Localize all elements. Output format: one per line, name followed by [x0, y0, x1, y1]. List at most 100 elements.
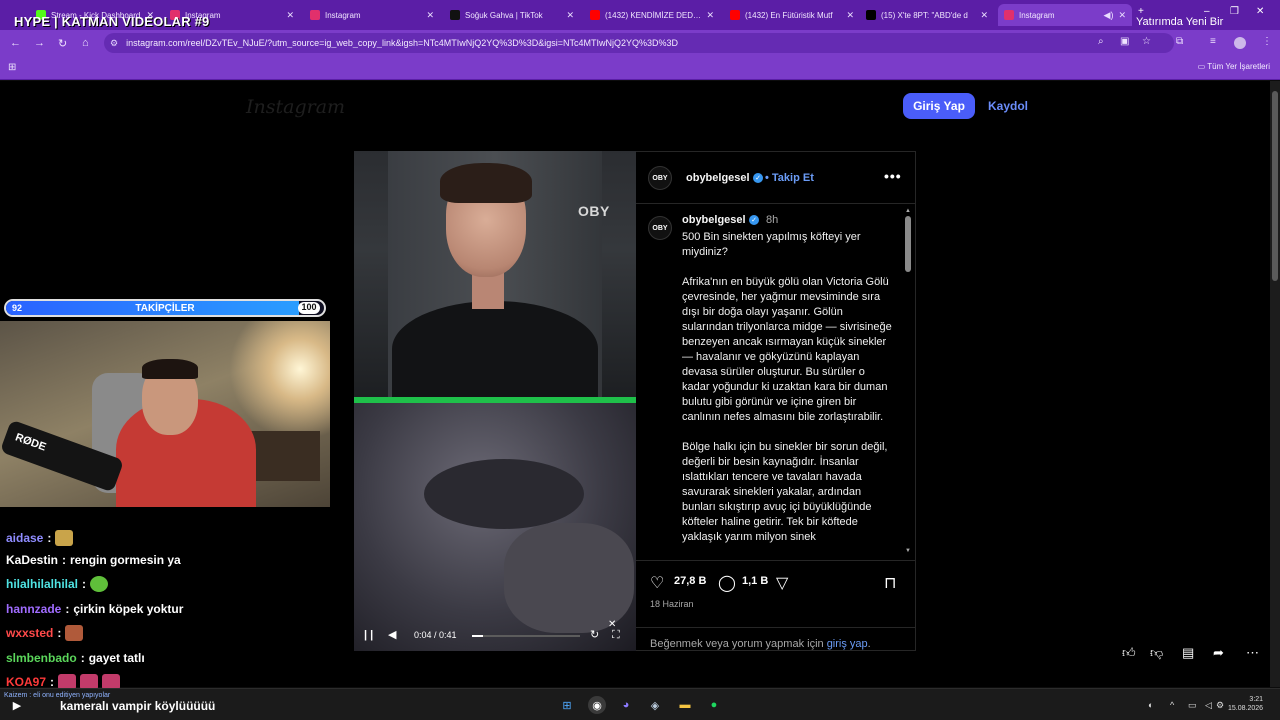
more-options-icon[interactable]: •••	[884, 168, 902, 184]
all-bookmarks[interactable]: ▭ Tüm Yer İşaretleri	[1198, 62, 1270, 71]
caption-scroll-thumb[interactable]	[905, 216, 911, 272]
video-frame-closeup	[354, 403, 636, 651]
chrome-icon[interactable]: ◉	[588, 696, 606, 714]
thumbs-up-icon[interactable]: 👍︎	[1122, 645, 1136, 661]
address-bar[interactable]: ⚙ instagram.com/reel/DZvTEv_NJuE/?utm_so…	[104, 33, 1174, 53]
speaker-icon[interactable]: ◀)	[1104, 10, 1114, 21]
emote-icon	[90, 576, 109, 592]
comment-bubble-icon[interactable]: ▤	[1182, 645, 1194, 661]
steam-icon[interactable]: ◈	[646, 696, 664, 714]
install-icon[interactable]: ▣	[1120, 36, 1129, 47]
x-icon	[866, 10, 876, 20]
chat-user: KOA97	[6, 675, 47, 689]
login-button[interactable]: Giriş Yap	[903, 93, 975, 119]
spotify-icon[interactable]: ●	[705, 696, 723, 714]
replay-icon[interactable]: ↻	[590, 628, 599, 641]
verified-icon: ✓	[753, 173, 763, 183]
back-icon[interactable]: ←	[10, 37, 21, 49]
follower-goal-target: 100	[298, 302, 320, 314]
page-scroll-thumb[interactable]	[1272, 91, 1278, 281]
instagram-icon	[1004, 10, 1014, 20]
caption-username[interactable]: obybelgesel	[682, 214, 746, 226]
login-hint-link[interactable]: giriş yap	[827, 638, 868, 650]
maximize-button[interactable]: ❐	[1230, 6, 1239, 17]
toggle-icon[interactable]: ◐	[1148, 700, 1153, 710]
page-scrollbar[interactable]	[1270, 81, 1280, 687]
fullscreen-icon[interactable]: ⛶	[612, 629, 620, 642]
volume-tray-icon[interactable]: ◁	[1205, 700, 1212, 711]
emote-icon	[55, 530, 74, 546]
reel-video[interactable]: OBY | | ◀ 0:04 / 0:41 ↻ ✕ ⛶	[354, 151, 636, 651]
close-tab-icon[interactable]: ✕	[426, 10, 434, 21]
close-tab-icon[interactable]: ✕	[1118, 10, 1126, 21]
system-clock[interactable]: 3:21 15.08.2026	[1228, 695, 1263, 713]
scroll-up-icon[interactable]: ▲	[905, 208, 911, 214]
like-icon[interactable]: ♡	[650, 573, 664, 593]
close-tab-icon[interactable]: ✕	[706, 10, 714, 21]
pause-icon[interactable]: | |	[364, 629, 373, 641]
settings-gear-icon[interactable]: ⚙	[1216, 700, 1224, 711]
tab-instagram-2[interactable]: Instagram ✕	[304, 4, 440, 26]
volume-icon[interactable]: ◀	[388, 628, 396, 641]
close-tab-icon[interactable]: ✕	[566, 10, 574, 21]
extensions-icon[interactable]: ⧉	[1176, 36, 1183, 47]
share-arrow-icon[interactable]: ➦	[1213, 645, 1224, 661]
windows-start-icon[interactable]: ⊞	[558, 696, 576, 714]
tab-youtube-1[interactable]: (1432) KENDİMİZE DEDEK ✕	[584, 4, 720, 26]
close-tab-icon[interactable]: ✕	[286, 10, 294, 21]
youtube-icon	[730, 10, 740, 20]
profile-avatar[interactable]	[1234, 37, 1246, 49]
avatar[interactable]: OBY	[648, 166, 672, 190]
zoom-icon[interactable]: ⌕	[1098, 36, 1104, 47]
url-text[interactable]: instagram.com/reel/DZvTEv_NJuE/?utm_sour…	[126, 38, 678, 48]
follower-goal-bar: 92 TAKİPÇİLER 100	[4, 299, 326, 317]
more-dots-icon[interactable]: ⋯	[1246, 645, 1259, 661]
tab-x[interactable]: (15) X'te 8PT: "ABD'de d ✕	[860, 4, 994, 26]
menu-icon[interactable]: ⋮	[1262, 36, 1272, 47]
post-header: OBY obybelgesel ✓ • Takip Et •••	[636, 152, 916, 204]
tab-instagram-active[interactable]: Instagram ◀) ✕	[998, 4, 1132, 26]
site-info-icon[interactable]: ⚙	[110, 38, 118, 49]
post-caption: 500 Bin sinekten yapılmış köfteyi yer mi…	[682, 231, 892, 543]
media-icon[interactable]: ≡	[1210, 36, 1216, 47]
tab-youtube-2[interactable]: (1432) En Fütüristik Mutf ✕	[724, 4, 860, 26]
close-tab-icon[interactable]: ✕	[846, 10, 854, 21]
file-explorer-icon[interactable]: ▬	[676, 696, 694, 714]
folder-icon: ▭	[1197, 62, 1208, 71]
save-bookmark-icon[interactable]: ⊓	[884, 573, 896, 593]
webcam-feed: RØDE	[0, 321, 330, 507]
thumbs-down-icon[interactable]: 👎︎	[1150, 645, 1163, 661]
caption-avatar[interactable]: OBY	[648, 216, 672, 240]
bookmarks-bar: ⊞ ▭ Tüm Yer İşaretleri	[0, 56, 1280, 80]
share-icon[interactable]: ▽	[776, 573, 788, 593]
youtube-icon	[590, 10, 600, 20]
discord-icon[interactable]: ◕	[617, 696, 635, 714]
chat-user: slmbenbado	[6, 651, 77, 665]
chevron-up-icon[interactable]: ^	[1170, 700, 1174, 710]
forward-icon[interactable]: →	[34, 37, 45, 49]
bookmark-star-icon[interactable]: ☆	[1142, 36, 1151, 47]
post-username[interactable]: obybelgesel	[686, 172, 750, 184]
scroll-down-icon[interactable]: ▼	[905, 548, 911, 554]
close-window-button[interactable]: ✕	[1256, 6, 1264, 17]
network-icon[interactable]: ▭	[1188, 700, 1197, 711]
chat-message: hilalhilalhilal:	[6, 574, 109, 594]
video-progress[interactable]	[472, 635, 580, 637]
chat-message: slmbenbado: gayet tatlı	[6, 651, 145, 665]
apps-grid-icon[interactable]: ⊞	[8, 62, 16, 73]
instagram-logo[interactable]: Instagram	[246, 96, 345, 118]
chat-ticker-bottom: kameralı vampir köylüüüüü	[60, 699, 216, 713]
chat-user: KaDestin	[6, 553, 59, 567]
chat-user: hilalhilalhilal	[6, 577, 79, 591]
tab-tiktok[interactable]: Soğuk Gahva | TikTok ✕	[444, 4, 580, 26]
caption-scrollbar[interactable]: ▲ ▼	[904, 208, 912, 558]
close-tab-icon[interactable]: ✕	[980, 10, 988, 21]
reload-icon[interactable]: ↻	[58, 37, 67, 50]
follow-button[interactable]: • Takip Et	[765, 172, 814, 184]
home-icon[interactable]: ⌂	[82, 37, 89, 49]
chat-message: KaDestin: rengin gormesin ya	[6, 553, 181, 567]
video-progress-fill	[472, 635, 483, 637]
chat-message: hannzade: çirkin köpek yoktur	[6, 602, 184, 616]
comment-icon[interactable]: ◯	[718, 573, 736, 593]
signup-link[interactable]: Kaydol	[988, 99, 1028, 113]
